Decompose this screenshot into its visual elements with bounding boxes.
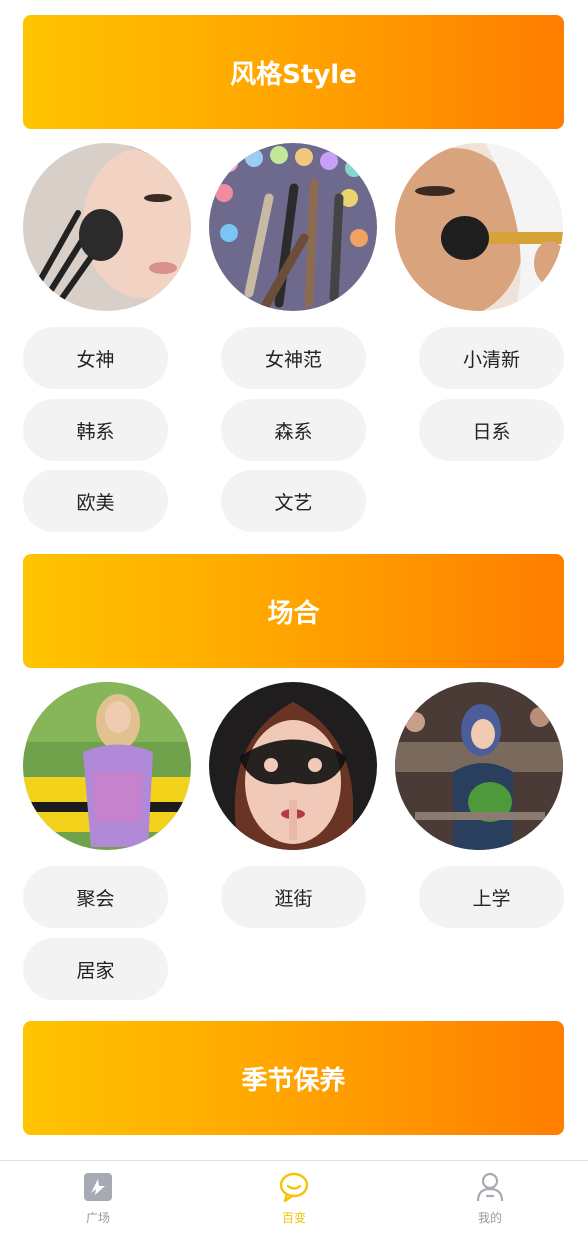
style-chip-hanxi[interactable]: 韩系 <box>23 399 168 461</box>
chip-label: 逛街 <box>274 887 313 910</box>
chip-label: 欧美 <box>76 491 115 514</box>
tab-mine[interactable]: 我的 <box>392 1161 588 1238</box>
bottom-tab-bar: 广场 百变 我的 <box>0 1160 588 1238</box>
occasion-chip-shangxue[interactable]: 上学 <box>419 866 564 928</box>
makeup-brush-cheek-photo[interactable] <box>23 143 191 311</box>
chip-label: 小清新 <box>462 348 520 371</box>
style-chip-wenyi[interactable]: 文艺 <box>221 470 366 532</box>
style-chip-xiaoqingxin[interactable]: 小清新 <box>419 327 564 389</box>
occasion-chip-jujia[interactable]: 居家 <box>23 938 168 1000</box>
tab-mine-label: 我的 <box>477 1211 502 1225</box>
lace-mask-woman-photo[interactable] <box>209 682 377 850</box>
style-section-banner[interactable]: 风格Style <box>23 15 564 129</box>
style-chip-oumei[interactable]: 欧美 <box>23 470 168 532</box>
chip-label: 上学 <box>472 887 511 910</box>
chip-label: 韩系 <box>76 420 115 443</box>
style-section-title: 风格Style <box>230 59 357 90</box>
person-icon <box>476 1172 504 1202</box>
season-care-section-title: 季节保养 <box>241 1065 346 1096</box>
tab-plaza-label: 广场 <box>85 1211 110 1225</box>
occasion-section-banner[interactable]: 场合 <box>23 554 564 668</box>
chip-label: 文艺 <box>274 491 313 514</box>
tab-baibian-label: 百变 <box>281 1211 306 1225</box>
occasion-chip-juhui[interactable]: 聚会 <box>23 866 168 928</box>
occasion-section-title: 场合 <box>267 598 320 629</box>
brush-set-palette-photo[interactable] <box>209 143 377 311</box>
season-care-section-banner[interactable]: 季节保养 <box>23 1021 564 1135</box>
style-chip-senxi[interactable]: 森系 <box>221 399 366 461</box>
chip-label: 女神范 <box>264 348 322 371</box>
tab-plaza[interactable]: 广场 <box>0 1161 196 1238</box>
chip-label: 日系 <box>472 420 511 443</box>
woman-by-yellow-car-photo[interactable] <box>23 682 191 850</box>
chip-label: 聚会 <box>76 887 115 910</box>
occasion-chip-guangjie[interactable]: 逛街 <box>221 866 366 928</box>
blush-brush-face-photo[interactable] <box>395 143 563 311</box>
woman-in-cafe-photo[interactable] <box>395 682 563 850</box>
tab-baibian[interactable]: 百变 <box>196 1161 392 1238</box>
style-chip-rixi[interactable]: 日系 <box>419 399 564 461</box>
plaza-icon <box>84 1173 112 1201</box>
style-chip-nvshen[interactable]: 女神 <box>23 327 168 389</box>
chip-label: 女神 <box>76 348 115 371</box>
style-chip-nvshenfan[interactable]: 女神范 <box>221 327 366 389</box>
chat-bubble-icon <box>279 1172 309 1203</box>
chip-label: 居家 <box>76 959 115 982</box>
chip-label: 森系 <box>274 420 313 443</box>
